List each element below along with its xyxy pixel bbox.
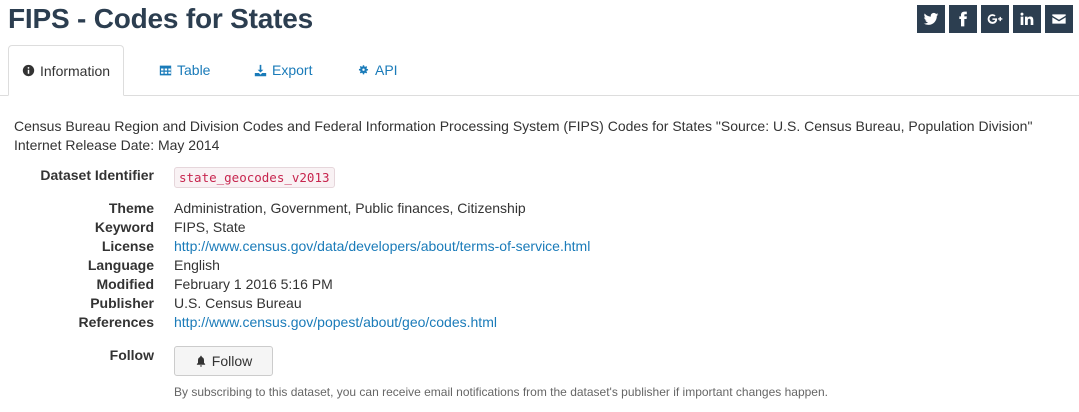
identifier-row: Dataset Identifier <box>0 167 1079 186</box>
download-icon <box>254 64 267 76</box>
twitter-icon[interactable] <box>917 5 945 33</box>
tab-export-label: Export <box>272 62 313 78</box>
language-label: Language <box>87 257 154 273</box>
references-link[interactable]: http://www.census.gov/popest/about/geo/c… <box>174 314 497 330</box>
follow-row: Follow <box>0 347 1079 366</box>
keyword-value: FIPS, State <box>174 219 246 235</box>
tab-api[interactable]: API <box>357 45 398 95</box>
language-value: English <box>174 257 220 273</box>
keyword-label: Keyword <box>94 219 154 235</box>
follow-button[interactable]: Follow <box>174 346 273 376</box>
publisher-label: Publisher <box>90 295 154 311</box>
metadata-row: Keyword FIPS, State <box>0 219 1079 238</box>
tab-table[interactable]: Table <box>159 45 210 95</box>
theme-value: Administration, Government, Public finan… <box>174 200 526 216</box>
metadata-row: Modified February 1 2016 5:16 PM <box>0 276 1079 295</box>
theme-label: Theme <box>108 200 154 216</box>
modified-label: Modified <box>96 276 154 292</box>
metadata-row: References http://www.census.gov/popest/… <box>0 314 1079 333</box>
table-icon <box>159 65 172 75</box>
google-plus-icon[interactable] <box>981 5 1009 33</box>
tab-information-label: Information <box>40 62 111 79</box>
follow-button-label: Follow <box>211 353 253 369</box>
modified-value: February 1 2016 5:16 PM <box>174 276 333 292</box>
cogs-icon <box>358 64 369 74</box>
follow-note: By subscribing to this dataset, you can … <box>174 385 828 399</box>
tab-table-label: Table <box>177 62 211 78</box>
publisher-value: U.S. Census Bureau <box>174 295 302 311</box>
references-label: References <box>78 314 155 330</box>
tab-bar: Information Table Export API <box>0 45 1079 96</box>
info-circle-icon <box>22 64 35 77</box>
tab-information[interactable]: Information <box>8 45 125 96</box>
share-buttons <box>917 5 1073 33</box>
metadata-row: Language English <box>0 257 1079 276</box>
license-link[interactable]: http://www.census.gov/data/developers/ab… <box>174 238 590 254</box>
bell-icon <box>196 355 205 367</box>
metadata-row: Theme Administration, Government, Public… <box>0 200 1079 219</box>
license-label: License <box>101 238 154 254</box>
follow-label: Follow <box>109 347 154 363</box>
tab-api-label: API <box>375 62 398 78</box>
metadata-row: Publisher U.S. Census Bureau <box>0 295 1079 314</box>
dataset-description: Census Bureau Region and Division Codes … <box>14 118 1033 153</box>
identifier-label: Dataset Identifier <box>40 167 154 183</box>
dataset-identifier-code: state_geocodes_v2013 <box>174 167 335 188</box>
email-icon[interactable] <box>1045 5 1073 33</box>
tab-export[interactable]: Export <box>254 45 312 95</box>
linkedin-icon[interactable] <box>1013 5 1041 33</box>
facebook-icon[interactable] <box>949 5 977 33</box>
metadata-row: License http://www.census.gov/data/devel… <box>0 238 1079 257</box>
page-title: FIPS - Codes for States <box>8 3 314 34</box>
